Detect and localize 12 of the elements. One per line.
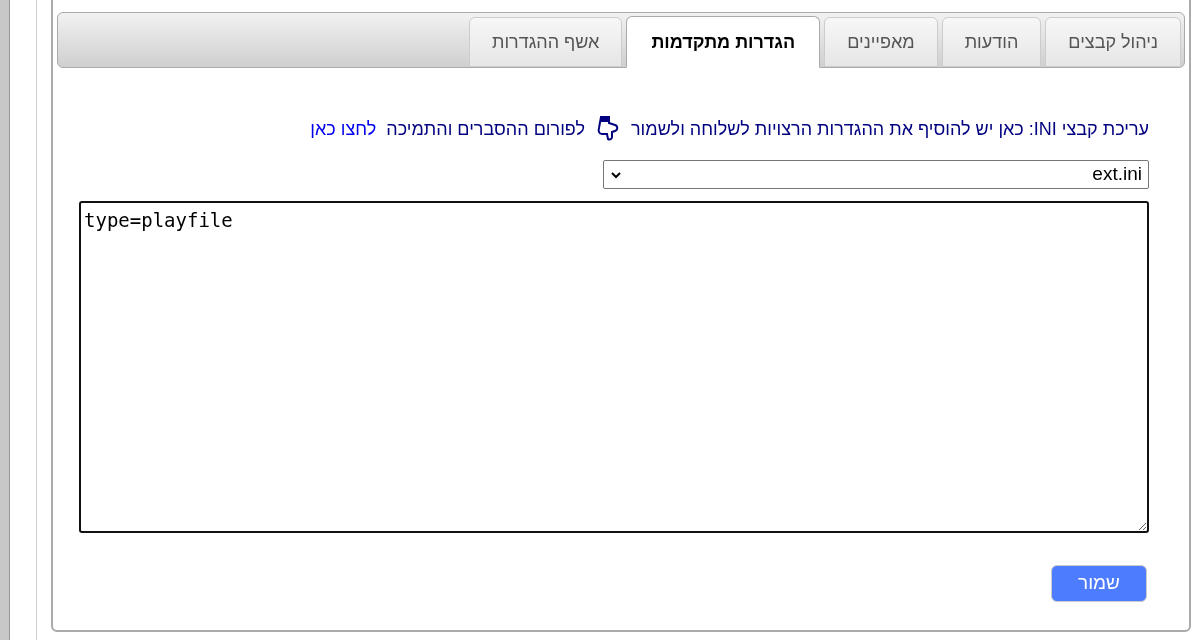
chevron-down-icon — [610, 170, 622, 179]
tab[interactable]: הודעות — [941, 17, 1042, 67]
save-button[interactable]: שמור — [1051, 565, 1147, 602]
ini-editor[interactable]: type=playfile — [79, 201, 1149, 533]
tab[interactable]: אשף ההגדרות — [468, 17, 623, 67]
tab[interactable]: הגדרות מתקדמות — [626, 16, 821, 68]
forum-text: לפורום ההסברים והתמיכה — [386, 117, 585, 141]
tab[interactable]: מאפיינים — [824, 17, 938, 67]
file-select[interactable]: ext.ini — [603, 160, 1149, 189]
instruction-text: עריכת קבצי INI: כאן יש להוסיף את ההגדרות הרצויות לשלוחה ולשמור — [631, 117, 1149, 141]
tab[interactable]: ניהול קבצים — [1045, 17, 1181, 67]
forum-link[interactable]: לחצו כאן — [310, 115, 377, 143]
